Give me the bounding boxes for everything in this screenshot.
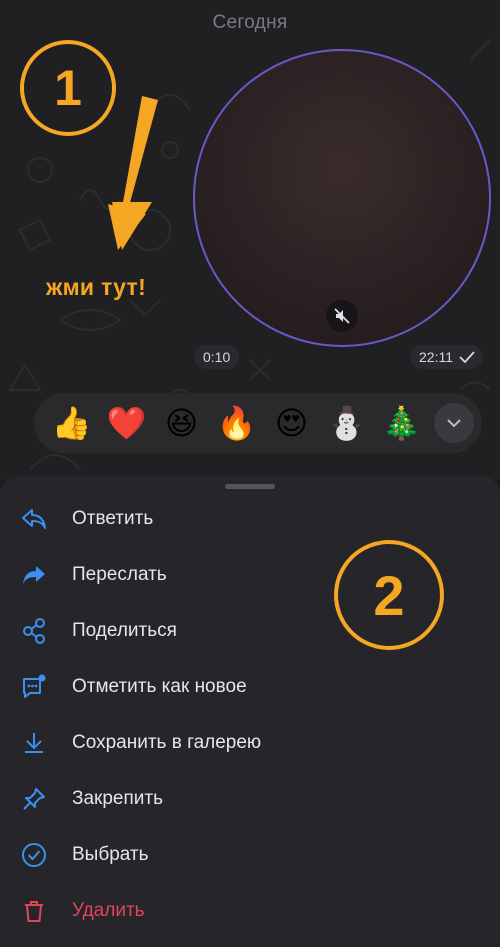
step-2-marker: 2 [334, 540, 444, 650]
hint-label: жми тут! [46, 274, 147, 300]
mark-unread-icon [20, 673, 48, 701]
menu-item-label: Сохранить в галерею [72, 732, 262, 753]
date-label: Сегодня [212, 12, 288, 33]
menu-item-label: Переслать [72, 564, 167, 585]
message-time-text: 22:11 [419, 349, 453, 365]
video-duration: 0:10 [194, 345, 240, 369]
down-arrow-icon [108, 96, 158, 250]
menu-item-label: Выбрать [72, 844, 149, 865]
trash-icon [20, 897, 48, 925]
pin-icon [20, 785, 48, 813]
chevron-down-icon [447, 419, 461, 428]
reaction-fire[interactable]: 🔥 [209, 393, 264, 453]
sheet-grabber[interactable] [225, 484, 275, 489]
reaction-christmas-tree[interactable]: 🎄 [374, 393, 429, 453]
menu-item-label: Ответить [72, 508, 154, 529]
menu-item-pin[interactable]: Закрепить [0, 771, 500, 827]
reaction-thumbs-up[interactable]: 👍 [44, 393, 99, 453]
menu-item-label: Поделиться [72, 620, 177, 641]
expand-reactions-button[interactable] [434, 403, 474, 443]
select-icon [20, 841, 48, 869]
download-icon [20, 729, 48, 757]
forward-icon [20, 561, 48, 589]
reaction-heart[interactable]: ❤️ [99, 393, 154, 453]
menu-item-delete[interactable]: Удалить [0, 883, 500, 939]
reaction-heart-eyes[interactable]: 😍 [264, 393, 319, 453]
check-icon [459, 351, 475, 363]
reaction-laughing[interactable]: 😆 [154, 393, 209, 453]
menu-item-label: Закрепить [72, 788, 163, 809]
menu-item-mark-unread[interactable]: Отметить как новое [0, 659, 500, 715]
menu-item-save-to-gallery[interactable]: Сохранить в галерею [0, 715, 500, 771]
share-icon [20, 617, 48, 645]
muted-speaker-icon[interactable] [326, 300, 358, 332]
menu-item-select[interactable]: Выбрать [0, 827, 500, 883]
reactions-bar: 👍 ❤️ 😆 🔥 😍 ⛄ 🎄 [34, 393, 482, 453]
chat-screen: Сегодня 1 жми тут! 0:10 22:11 👍 ❤️ 😆 🔥 😍… [0, 0, 500, 947]
context-menu-sheet: Ответить Переслать Поделиться Отметить к… [0, 476, 500, 947]
menu-item-label: Отметить как новое [72, 676, 247, 697]
message-time: 22:11 [410, 345, 483, 369]
menu-item-label: Удалить [72, 900, 145, 921]
reply-icon [20, 505, 48, 533]
reaction-snowman[interactable]: ⛄ [319, 393, 374, 453]
menu-item-reply[interactable]: Ответить [0, 491, 500, 547]
